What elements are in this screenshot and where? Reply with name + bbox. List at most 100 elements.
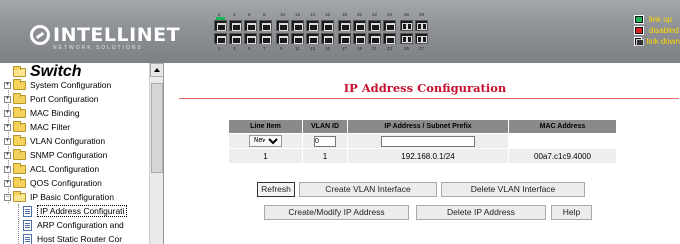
sidebar-item-port-configuration[interactable]: + Port Configuration (4, 92, 99, 106)
port-22-icon (368, 20, 381, 31)
create-modify-ip-button[interactable]: Create/Modify IP Address (264, 205, 409, 220)
table-row: 1 1 192.168.0.1/24 00a7.c1c9.4000 (229, 149, 616, 163)
port-13-icon (306, 33, 319, 44)
port-1-icon (214, 33, 227, 44)
port-3-icon (229, 33, 242, 44)
sidebar-item-acl-configuration[interactable]: + ACL Configuration (4, 162, 99, 176)
port-number-label: 13 (310, 46, 316, 51)
sidebar-scrollbar[interactable] (149, 63, 163, 244)
port-23-icon (383, 33, 396, 44)
folder-icon (13, 78, 26, 90)
column-header-line-item: Line Item (229, 120, 302, 133)
port-number-label: 2 (218, 12, 221, 17)
sidebar-subitem-host-static-router[interactable]: Host Static Router Cor (23, 232, 122, 244)
sidebar-tree: Switch + System Configuration + Port Con… (0, 63, 164, 244)
sidebar-item-mac-binding[interactable]: + MAC Binding (4, 106, 80, 120)
disabled-icon (634, 26, 644, 35)
port-number-label: 1 (218, 46, 221, 51)
port-number-label: 16 (325, 12, 331, 17)
expand-icon[interactable]: + (4, 95, 11, 103)
expand-icon[interactable]: + (4, 123, 11, 131)
port-number-label: 8 (263, 12, 266, 17)
port-number-label: 27 (419, 46, 425, 51)
expand-icon[interactable]: + (4, 109, 11, 117)
port-number-label: 14 (310, 12, 316, 17)
line-item-select[interactable]: New (249, 135, 282, 147)
port-24-icon (383, 20, 396, 31)
folder-icon (13, 148, 26, 160)
scroll-thumb[interactable] (151, 83, 163, 173)
help-button[interactable]: Help (551, 205, 592, 220)
port-8-icon (259, 20, 272, 31)
ip-address-input[interactable] (381, 135, 475, 147)
expand-icon[interactable]: + (4, 81, 11, 89)
sidebar-item-qos-configuration[interactable]: + QOS Configuration (4, 176, 102, 190)
column-header-ip-address: IP Address / Subnet Prefix (348, 120, 508, 133)
scroll-up-arrow-icon[interactable] (150, 63, 163, 77)
port-28-icon (415, 20, 428, 31)
brand-name: INTELLINET (53, 24, 181, 46)
port-number-label: 23 (387, 46, 393, 51)
port-panel: 2 1 4 3 6 5 8 7 10 9 12 11 14 13 16 15 18 17 20 19 22 21 24 23 2… (214, 12, 434, 56)
port-14-icon (306, 20, 319, 31)
port-4-icon (229, 20, 242, 31)
expand-icon[interactable]: + (4, 165, 11, 173)
sidebar-item-system-configuration[interactable]: + System Configuration (4, 78, 111, 92)
folder-icon (13, 162, 26, 174)
sidebar-subitem-arp-configuration[interactable]: ARP Configuration and (23, 218, 124, 232)
sidebar-item-vlan-configuration[interactable]: + VLAN Configuration (4, 134, 105, 148)
port-number-label: 15 (325, 46, 331, 51)
port-21-icon (368, 33, 381, 44)
line-item-cell: New (229, 134, 302, 148)
document-icon (23, 205, 32, 217)
port-number-label: 24 (387, 12, 393, 17)
port-number-label: 18 (342, 12, 348, 17)
link-down-icon (634, 37, 644, 46)
port-number-label: 17 (342, 46, 348, 51)
sidebar-item-mac-filter[interactable]: + MAC Filter (4, 120, 70, 134)
table-header-row: Line Item VLAN ID IP Address / Subnet Pr… (229, 120, 616, 133)
title-divider (179, 98, 679, 99)
port-number-label: 20 (357, 12, 363, 17)
collapse-icon[interactable]: − (4, 193, 11, 201)
port-19-icon (353, 33, 366, 44)
port-2-icon (214, 17, 227, 31)
mac-address-cell (509, 134, 616, 148)
ip-address-table: Line Item VLAN ID IP Address / Subnet Pr… (228, 119, 617, 164)
folder-icon (13, 176, 26, 188)
delete-ip-address-button[interactable]: Delete IP Address (416, 205, 546, 220)
column-header-mac-address: MAC Address (509, 120, 616, 133)
port-27-icon (415, 33, 428, 44)
vlan-id-input[interactable] (314, 135, 336, 147)
sidebar-item-snmp-configuration[interactable]: + SNMP Configuration (4, 148, 107, 162)
legend-link-down: link down (634, 36, 680, 47)
sidebar-item-ip-basic-configuration[interactable]: − IP Basic Configuration (4, 190, 114, 204)
port-number-label: 9 (280, 46, 283, 51)
refresh-button[interactable]: Refresh (257, 182, 295, 197)
port-number-label: 21 (372, 46, 378, 51)
port-number-label: 11 (295, 46, 300, 51)
port-15-icon (321, 33, 334, 44)
expand-icon[interactable]: + (4, 179, 11, 187)
expand-icon[interactable]: + (4, 137, 11, 145)
document-icon (23, 233, 32, 244)
port-5-icon (244, 33, 257, 44)
port-11-icon (291, 33, 304, 44)
folder-open-icon (13, 65, 26, 77)
vlan-id-cell (303, 134, 347, 148)
port-number-label: 28 (419, 12, 425, 17)
folder-icon (13, 106, 26, 118)
expand-icon[interactable]: + (4, 151, 11, 159)
delete-vlan-interface-button[interactable]: Delete VLAN Interface (441, 182, 585, 197)
folder-icon (13, 134, 26, 146)
table-input-row: New (229, 134, 616, 148)
sidebar-subitem-ip-address-configuration[interactable]: IP Address Configurati (23, 204, 128, 218)
header-banner: INTELLINET NETWORK SOLUTIONS 2 1 4 3 6 5 8 7 10 9… (0, 0, 680, 63)
port-number-label: 25 (404, 46, 410, 51)
port-number-label: 4 (233, 12, 236, 17)
port-number-label: 7 (263, 46, 266, 51)
port-12-icon (291, 20, 304, 31)
column-header-vlan-id: VLAN ID (303, 120, 347, 133)
link-up-icon (634, 15, 644, 24)
create-vlan-interface-button[interactable]: Create VLAN Interface (299, 182, 437, 197)
